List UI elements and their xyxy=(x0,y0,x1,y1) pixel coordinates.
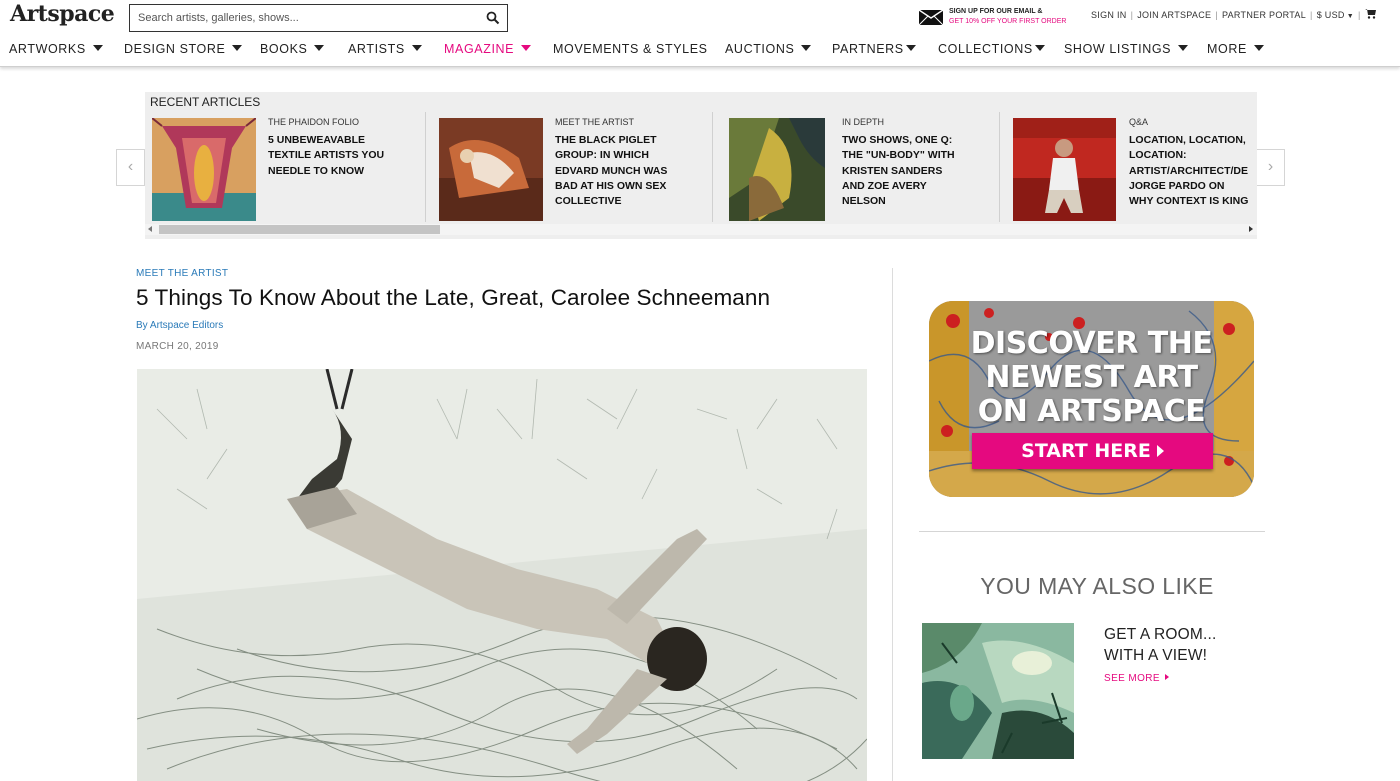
recent-article-card[interactable]: Q&A LOCATION, LOCATION, LOCATION: ARTIST… xyxy=(1013,112,1253,222)
article-hero-image xyxy=(137,369,867,781)
article-title[interactable]: THE BLACK PIGLET GROUP: IN WHICH EDVARD … xyxy=(555,133,673,209)
partner-portal-link[interactable]: PARTNER PORTAL xyxy=(1222,10,1306,20)
card-divider xyxy=(712,112,713,222)
caret-down-icon xyxy=(801,45,812,51)
search-input[interactable] xyxy=(130,5,475,31)
search-icon[interactable] xyxy=(486,11,500,25)
recent-articles: RECENT ARTICLES THE PHAIDON FOLIO 5 UNBE… xyxy=(145,92,1257,239)
start-here-button[interactable]: START HERE xyxy=(972,433,1213,469)
cart-icon[interactable] xyxy=(1364,9,1376,19)
card-divider xyxy=(425,112,426,222)
main-nav: ARTWORKS DESIGN STORE BOOKS ARTISTS MAGA… xyxy=(0,38,1400,60)
utility-links: SIGN IN | JOIN ARTSPACE | PARTNER PORTAL | $ U… xyxy=(1091,9,1376,20)
article-title[interactable]: LOCATION, LOCATION, LOCATION: ARTIST/ARC… xyxy=(1129,133,1251,209)
currency-selector[interactable]: $ USD ▼ xyxy=(1317,10,1354,20)
join-link[interactable]: JOIN ARTSPACE xyxy=(1137,10,1211,20)
page-title: 5 Things To Know About the Late, Great, … xyxy=(136,285,771,310)
promo-line-2: GET 10% OFF YOUR FIRST ORDER xyxy=(949,18,1067,25)
article-title[interactable]: 5 UNBEWEAVABLE TEXTILE ARTISTS YOU NEEDL… xyxy=(268,133,393,179)
caret-down-icon: ▼ xyxy=(1346,13,1354,20)
arrow-right-icon xyxy=(1165,674,1169,680)
caret-down-icon xyxy=(905,45,916,51)
horizontal-scrollbar[interactable] xyxy=(145,224,1257,235)
sign-in-link[interactable]: SIGN IN xyxy=(1091,10,1127,20)
column-divider xyxy=(892,268,893,781)
article-date: MARCH 20, 2019 xyxy=(136,341,219,352)
related-article-image[interactable] xyxy=(922,623,1074,759)
site-header: Artspace SIGN UP FOR OUR EMAIL & GET 10%… xyxy=(0,0,1400,67)
recent-article-card[interactable]: THE PHAIDON FOLIO 5 UNBEWEAVABLE TEXTILE… xyxy=(152,112,432,222)
discover-banner-ad[interactable]: DISCOVER THE NEWEST ART ON ARTSPACE STAR… xyxy=(929,301,1254,497)
nav-magazine[interactable]: MAGAZINE xyxy=(444,42,532,56)
chevron-right-icon: › xyxy=(1267,158,1274,175)
nav-show-listings[interactable]: SHOW LISTINGS xyxy=(1064,42,1189,56)
article-thumbnail[interactable] xyxy=(729,118,833,221)
article-byline[interactable]: By Artspace Editors xyxy=(136,320,223,331)
scroll-left-icon[interactable] xyxy=(148,226,152,232)
related-article-title[interactable]: GET A ROOM... WITH A VIEW! xyxy=(1104,624,1217,666)
scrollbar-thumb[interactable] xyxy=(159,225,440,234)
carousel-prev-button[interactable]: ‹ xyxy=(116,149,145,186)
nav-auctions[interactable]: AUCTIONS xyxy=(725,42,812,56)
nav-artists[interactable]: ARTISTS xyxy=(348,42,422,56)
article-kicker[interactable]: MEET THE ARTIST xyxy=(136,268,228,279)
nav-movements-styles[interactable]: MOVEMENTS & STYLES xyxy=(553,42,708,56)
article-title[interactable]: TWO SHOWS, ONE Q: THE "UN-BODY" WITH KRI… xyxy=(842,133,960,209)
caret-down-icon xyxy=(411,45,422,51)
article-category: IN DEPTH xyxy=(842,117,885,127)
card-divider xyxy=(999,112,1000,222)
nav-partners[interactable]: PARTNERS xyxy=(832,42,916,56)
nav-design-store[interactable]: DESIGN STORE xyxy=(124,42,243,56)
caret-down-icon xyxy=(314,45,325,51)
scroll-right-icon[interactable] xyxy=(1249,226,1253,232)
nav-collections[interactable]: COLLECTIONS xyxy=(938,42,1045,56)
sidebar-divider xyxy=(919,531,1265,532)
see-more-link[interactable]: SEE MORE xyxy=(1104,673,1169,684)
ad-headline: DISCOVER THE NEWEST ART ON ARTSPACE xyxy=(970,326,1213,429)
promo-line-1: SIGN UP FOR OUR EMAIL & xyxy=(949,8,1043,15)
article-category: THE PHAIDON FOLIO xyxy=(268,117,360,127)
caret-down-icon xyxy=(1253,45,1264,51)
recent-article-card[interactable]: MEET THE ARTIST THE BLACK PIGLET GROUP: … xyxy=(439,112,719,222)
you-may-also-like-heading: YOU MAY ALSO LIKE xyxy=(980,573,1214,599)
caret-down-icon xyxy=(232,45,243,51)
article-category: Q&A xyxy=(1129,117,1149,127)
recent-article-card[interactable]: IN DEPTH TWO SHOWS, ONE Q: THE "UN-BODY"… xyxy=(729,112,1009,222)
caret-down-icon xyxy=(1178,45,1189,51)
caret-down-icon xyxy=(92,45,103,51)
caret-down-icon xyxy=(1034,45,1045,51)
email-signup-promo[interactable]: SIGN UP FOR OUR EMAIL & GET 10% OFF YOUR… xyxy=(919,7,1079,29)
nav-more[interactable]: MORE xyxy=(1207,42,1264,56)
article-thumbnail[interactable] xyxy=(439,118,543,221)
caret-down-icon xyxy=(521,45,532,51)
carousel-next-button[interactable]: › xyxy=(1256,149,1285,186)
envelope-icon xyxy=(919,10,943,25)
site-logo[interactable]: Artspace xyxy=(10,1,115,27)
nav-artworks[interactable]: ARTWORKS xyxy=(9,42,103,56)
article-thumbnail[interactable] xyxy=(152,118,256,221)
arrow-right-icon xyxy=(1156,445,1164,457)
recent-articles-title: RECENT ARTICLES xyxy=(150,95,261,109)
chevron-left-icon: ‹ xyxy=(127,158,134,175)
nav-books[interactable]: BOOKS xyxy=(260,42,325,56)
article-thumbnail[interactable] xyxy=(1013,118,1116,221)
article-category: MEET THE ARTIST xyxy=(555,117,635,127)
search-box xyxy=(129,4,508,32)
